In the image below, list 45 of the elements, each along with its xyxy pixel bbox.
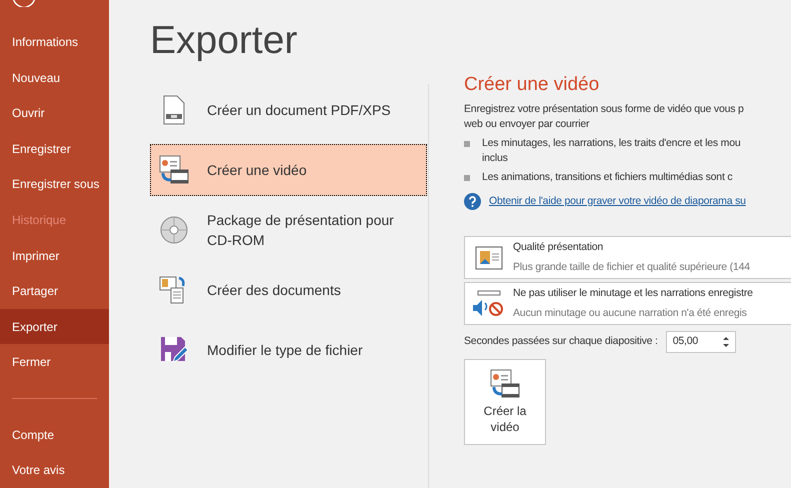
back-icon bbox=[12, 0, 36, 8]
create-video-button[interactable]: Créer la vidéo bbox=[464, 359, 546, 445]
option-title: Qualité présentation bbox=[513, 240, 604, 255]
seconds-label: Secondes passées sur chaque diapositive : bbox=[464, 334, 658, 350]
video-slide-icon bbox=[490, 369, 520, 399]
save-pen-icon bbox=[159, 335, 189, 365]
sidebar-item[interactable]: Exporter bbox=[0, 308, 109, 344]
export-option[interactable]: Créer des documents bbox=[150, 264, 427, 316]
sidebar-item[interactable]: Enregistrer bbox=[0, 131, 109, 167]
option-subtitle: Aucun minutage ou aucune narration n'a été enregis bbox=[513, 306, 748, 320]
sidebar-item[interactable]: Ouvrir bbox=[0, 96, 109, 132]
help-link[interactable]: Obtenir de l'aide pour graver votre vidéo de diaporama su bbox=[489, 194, 746, 210]
slide-icon bbox=[475, 246, 503, 270]
export-option[interactable]: Package de présentation pour CD-ROM bbox=[150, 204, 427, 256]
sidebar-item[interactable]: Informations bbox=[0, 24, 109, 60]
bullet-icon bbox=[464, 175, 470, 181]
export-option[interactable]: Créer une vidéo bbox=[150, 144, 427, 196]
video-slide-icon bbox=[159, 155, 189, 185]
mute-timing-icon bbox=[472, 288, 506, 318]
help-icon bbox=[464, 193, 481, 210]
export-option[interactable]: Modifier le type de fichier bbox=[150, 324, 427, 376]
bullet-text: inclus bbox=[482, 151, 509, 166]
option-dropdown[interactable]: Qualité présentation Plus grande taille de fichier et qualité supérieure (144 bbox=[464, 236, 791, 279]
seconds-spinner[interactable]: 05,00 bbox=[666, 331, 736, 353]
sidebar-item[interactable]: Fermer bbox=[0, 344, 109, 380]
option-subtitle: Plus grande taille de fichier et qualité supérieure (144 bbox=[513, 260, 750, 274]
option-dropdown[interactable]: Ne pas utiliser le minutage et les narrations enregistre Aucun minutage ou aucune narration n'a été enregis bbox=[464, 282, 791, 325]
sidebar-item[interactable]: Nouveau bbox=[0, 60, 109, 96]
description-line: web ou envoyer par courrier bbox=[464, 117, 590, 132]
page-title: Exporter bbox=[150, 18, 298, 64]
bullet-icon bbox=[464, 141, 470, 147]
sidebar-item[interactable]: Imprimer bbox=[0, 238, 109, 274]
disc-icon bbox=[159, 215, 189, 245]
sidebar-item[interactable]: Compte bbox=[0, 416, 109, 452]
export-option[interactable]: Créer un document PDF/XPS bbox=[150, 84, 427, 136]
document-icon bbox=[162, 95, 186, 125]
sidebar-item[interactable]: Votre avis bbox=[0, 452, 109, 488]
section-title: Créer une vidéo bbox=[464, 74, 600, 96]
bullet-text: Les minutages, les narrations, les traits d'encre et les mou bbox=[482, 136, 740, 151]
sidebar-item[interactable]: Partager bbox=[0, 273, 109, 309]
sidebar-item[interactable]: Enregistrer sous bbox=[0, 166, 109, 202]
description-line: Enregistrez votre présentation sous forme de vidéo que vous p bbox=[464, 102, 745, 117]
bullet-text: Les animations, transitions et fichiers multimédias sont c bbox=[482, 170, 732, 185]
option-title: Ne pas utiliser le minutage et les narrations enregistre bbox=[513, 286, 753, 301]
spin-arrows-icon bbox=[722, 336, 729, 348]
